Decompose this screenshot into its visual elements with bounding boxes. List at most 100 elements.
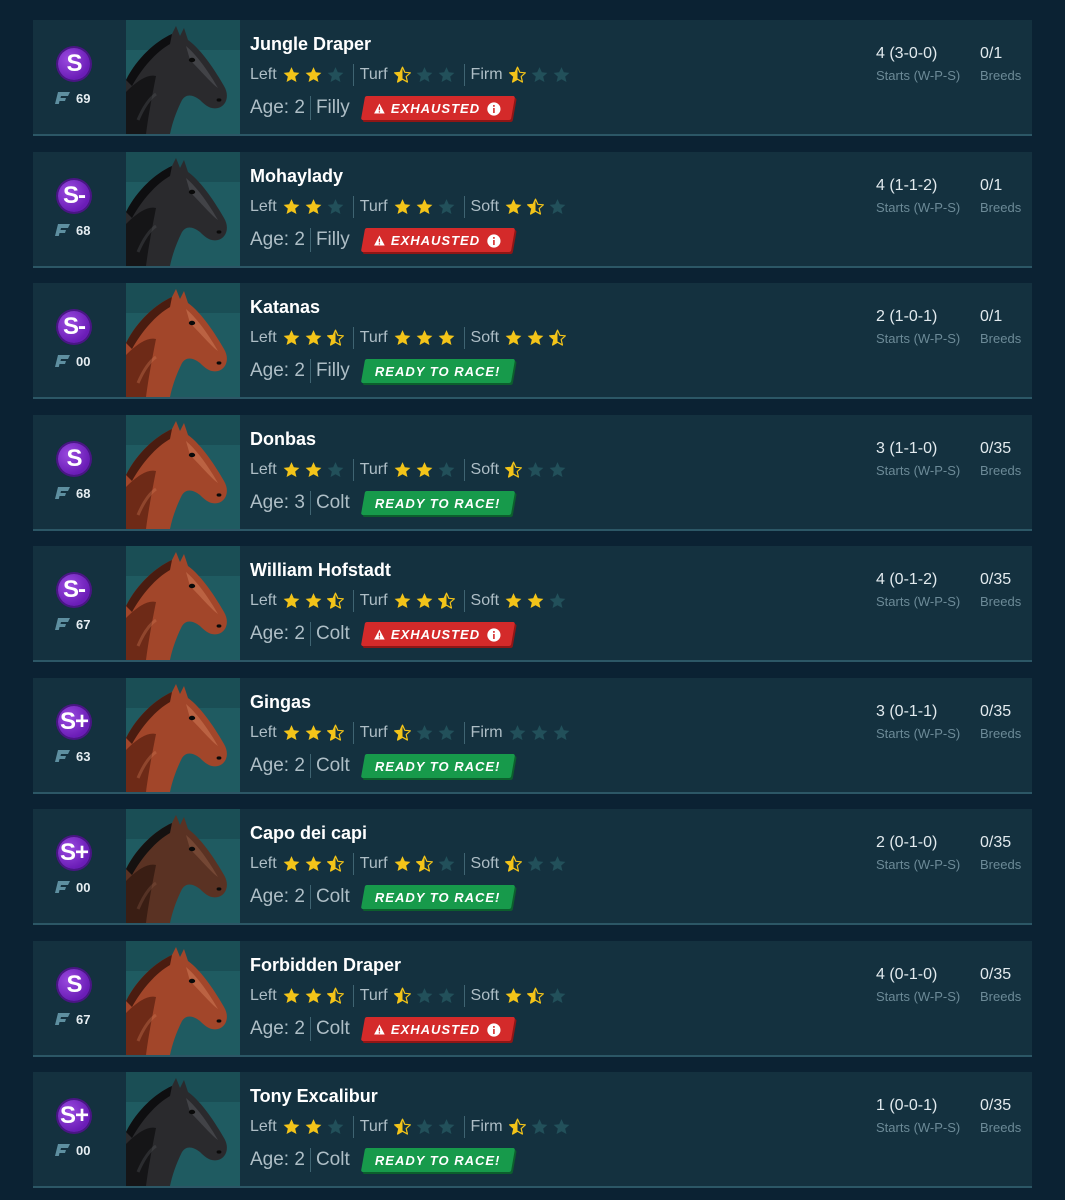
star-half-icon: [505, 461, 522, 478]
star-full-icon: [416, 593, 432, 609]
status-badge[interactable]: READY TO RACE!: [360, 1148, 515, 1172]
sex-text: Colt: [315, 1018, 350, 1039]
starts-label: Starts (W-P-S): [876, 1120, 961, 1135]
horse-photo[interactable]: [126, 283, 240, 397]
rating-label: Firm: [470, 1118, 503, 1135]
star-full-icon: [305, 462, 322, 478]
rating-soft: Soft: [471, 461, 567, 479]
horse-photo[interactable]: [126, 1072, 240, 1186]
star-empty-icon: [549, 462, 566, 478]
breeds-label: Breeds: [980, 1120, 1022, 1135]
horse-photo[interactable]: [126, 941, 240, 1055]
horse-name[interactable]: Jungle Draper: [250, 34, 371, 55]
horse-name[interactable]: Capo dei capi: [250, 823, 367, 844]
status-badge[interactable]: EXHAUSTED: [360, 622, 515, 646]
star-full-icon: [305, 330, 322, 346]
breeds-stat: 0/35 Breeds: [980, 966, 1021, 1004]
horse-photo[interactable]: [126, 678, 240, 792]
starts-value: 2 (0-1-0): [876, 834, 938, 851]
horse-name[interactable]: Forbidden Draper: [250, 955, 401, 976]
horse-photo[interactable]: [126, 415, 240, 529]
status-badge[interactable]: EXHAUSTED: [360, 228, 515, 252]
rating-turf: Turf: [360, 198, 456, 216]
info-circle-icon[interactable]: [487, 1022, 501, 1036]
star-rating: [508, 1118, 571, 1136]
star-empty-icon: [549, 856, 566, 872]
horse-list: S 69 Jungle Draper Left Turf Firm Age: 2 Filly E…: [0, 0, 1065, 1200]
info-circle-icon[interactable]: [487, 101, 501, 115]
breeds-stat: 0/35 Breeds: [980, 1097, 1021, 1135]
rating-label: Left: [250, 1118, 277, 1135]
rating-divider: [463, 1116, 465, 1138]
horse-card[interactable]: S 67 Forbidden Draper Left Turf Soft Age: 2 Col…: [33, 941, 1032, 1057]
star-half-icon: [326, 855, 344, 872]
starts-label: Starts (W-P-S): [876, 594, 961, 609]
breeds-stat: 0/1 Breeds: [980, 177, 1021, 215]
horse-name[interactable]: Tony Excalibur: [250, 1086, 378, 1107]
breeds-value: 0/35: [980, 440, 1012, 457]
status-badge[interactable]: READY TO RACE!: [360, 359, 515, 383]
status-badge[interactable]: EXHAUSTED: [360, 1017, 515, 1041]
ratings-row: Left Turf Soft: [250, 853, 567, 875]
performance-tier-icon: [55, 618, 70, 630]
rating-divider: [352, 1116, 354, 1138]
rating-label: Soft: [470, 855, 500, 872]
status-badge[interactable]: EXHAUSTED: [360, 96, 515, 120]
horse-name[interactable]: Donbas: [250, 429, 316, 450]
star-full-icon: [283, 725, 300, 741]
starts-stat: 1 (0-0-1) Starts (W-P-S): [876, 1097, 960, 1135]
horse-card[interactable]: S- 00 Katanas Left Turf Soft Age: 2 Filly READY …: [33, 283, 1032, 399]
status-content: READY TO RACE!: [375, 364, 500, 379]
info-circle-icon[interactable]: [487, 627, 501, 641]
starts-stat: 4 (1-1-2) Starts (W-P-S): [876, 177, 960, 215]
star-empty-icon: [327, 67, 344, 83]
horse-card[interactable]: S 68 Donbas Left Turf Soft Age: 3 Colt READY TO …: [33, 415, 1032, 531]
status-content: EXHAUSTED: [374, 627, 501, 642]
horse-card[interactable]: S+ 63 Gingas Left Turf Firm Age: 2 Colt READY TO…: [33, 678, 1032, 794]
rating-label: Left: [250, 855, 277, 872]
horse-photo[interactable]: [126, 809, 240, 923]
star-half-icon: [505, 855, 522, 872]
starts-label: Starts (W-P-S): [876, 200, 961, 215]
info-row: Age: 3 Colt READY TO RACE!: [250, 490, 515, 516]
horse-photo[interactable]: [126, 20, 240, 134]
horse-name[interactable]: Katanas: [250, 297, 320, 318]
star-empty-icon: [438, 988, 454, 1004]
star-rating: [282, 198, 345, 216]
starts-value: 1 (0-0-1): [876, 1097, 938, 1114]
star-rating: [393, 461, 456, 479]
rating-soft: Soft: [471, 329, 567, 347]
breeds-value: 0/35: [980, 703, 1012, 720]
star-rating: [504, 198, 567, 216]
grade-badge: S: [58, 48, 90, 80]
rating-left: Left: [250, 66, 345, 84]
horse-card[interactable]: S+ 00 Capo dei capi Left Turf Soft Age: 2 Colt R…: [33, 809, 1032, 925]
rating-divider: [352, 722, 354, 744]
horse-card[interactable]: S 69 Jungle Draper Left Turf Firm Age: 2 Filly E…: [33, 20, 1032, 136]
info-row: Age: 2 Filly EXHAUSTED: [250, 227, 515, 253]
status-badge[interactable]: READY TO RACE!: [360, 491, 515, 515]
horse-silhouette-icon: [126, 941, 240, 1055]
horse-photo[interactable]: [126, 546, 240, 660]
star-full-icon: [283, 856, 300, 872]
horse-name[interactable]: William Hofstadt: [250, 560, 391, 581]
grade-column: S 67: [53, 969, 101, 1033]
star-full-icon: [505, 988, 522, 1004]
horse-card[interactable]: S- 67 William Hofstadt Left Turf Soft Age: 2 Co…: [33, 546, 1032, 662]
status-label: READY TO RACE!: [374, 363, 501, 379]
breeds-value: 0/1: [980, 177, 1003, 194]
horse-name[interactable]: Gingas: [250, 692, 311, 713]
horse-card[interactable]: S+ 00 Tony Excalibur Left Turf Firm Age: 2 Colt…: [33, 1072, 1032, 1188]
star-rating: [504, 855, 567, 873]
status-badge[interactable]: READY TO RACE!: [360, 885, 515, 909]
status-badge[interactable]: READY TO RACE!: [360, 754, 515, 778]
star-empty-icon: [416, 67, 432, 83]
sex-text: Colt: [315, 1149, 350, 1170]
horse-photo[interactable]: [126, 152, 240, 266]
horse-silhouette-icon: [126, 152, 240, 266]
star-empty-icon: [527, 856, 544, 872]
star-half-icon: [326, 592, 344, 609]
horse-card[interactable]: S- 68 Mohaylady Left Turf Soft Age: 2 Filly EXHA…: [33, 152, 1032, 268]
horse-name[interactable]: Mohaylady: [250, 166, 343, 187]
info-circle-icon[interactable]: [487, 233, 501, 247]
